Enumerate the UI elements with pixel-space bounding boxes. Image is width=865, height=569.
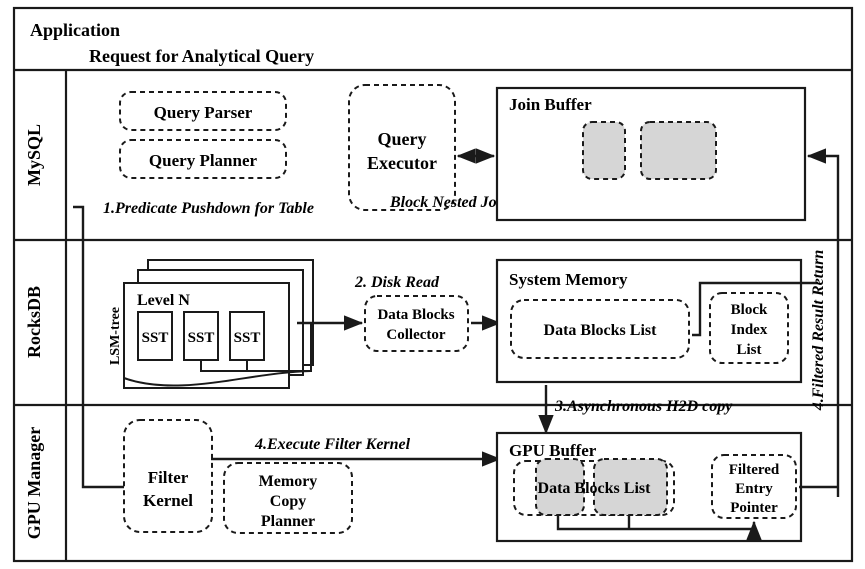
data-blocks-collector-label-line2: Collector — [386, 327, 445, 343]
gpu-buffer-data-blocks-list-label: Data Blocks List — [538, 480, 652, 497]
query-executor-label-line1: Query — [378, 129, 427, 149]
sidebar-item-rocksdb: RocksDB — [24, 286, 44, 358]
filter-kernel-label-line2: Kernel — [143, 491, 193, 510]
application-request-label: Request for Analytical Query — [89, 46, 314, 66]
block-index-list-label-line3: List — [736, 342, 761, 358]
query-planner-label: Query Planner — [149, 151, 258, 170]
memory-copy-planner-label-line1: Memory — [259, 473, 318, 490]
filtered-entry-pointer-label-line1: Filtered — [729, 462, 780, 478]
sidebar-item-gpu-manager: GPU Manager — [24, 427, 44, 539]
system-memory-data-blocks-list-label: Data Blocks List — [544, 322, 658, 339]
join-buffer-label: Join Buffer — [509, 95, 592, 114]
disk-read-label: 2. Disk Read — [354, 274, 440, 291]
sst-label-1: SST — [142, 330, 169, 346]
application-title: Application — [30, 20, 120, 40]
sst-label-3: SST — [234, 330, 261, 346]
block-index-list-label-line1: Block — [731, 302, 768, 318]
async-h2d-copy-label: 3.Asynchronous H2D copy — [554, 398, 733, 415]
level-n-label: Level N — [137, 292, 190, 309]
architecture-diagram: Application Request for Analytical Query… — [0, 0, 865, 569]
system-memory-label: System Memory — [509, 270, 628, 289]
sst-label-2: SST — [188, 330, 215, 346]
query-parser-label: Query Parser — [154, 103, 253, 122]
filtered-result-return-label: 4.Filtered Result Return — [810, 250, 827, 412]
filtered-entry-pointer-label-line2: Entry — [735, 481, 773, 497]
execute-filter-kernel-label: 4.Execute Filter Kernel — [254, 436, 411, 453]
data-blocks-collector-label-line1: Data Blocks — [377, 307, 454, 323]
block-index-list-label-line2: Index — [731, 322, 768, 338]
filter-kernel-label-line1: Filter — [148, 468, 189, 487]
filtered-entry-pointer-label-line3: Pointer — [730, 500, 778, 516]
sidebar-item-mysql: MySQL — [24, 124, 44, 186]
memory-copy-planner-label-line3: Planner — [261, 513, 315, 530]
join-buffer-block-2 — [640, 121, 717, 180]
join-buffer-block-1 — [582, 121, 626, 180]
gpu-buffer-label: GPU Buffer — [509, 441, 597, 460]
predicate-pushdown-label: 1.Predicate Pushdown for Table — [103, 200, 314, 217]
block-nested-join-label: Block Nested Join — [389, 194, 510, 211]
lsm-tree-label: LSM-tree — [108, 307, 123, 365]
query-executor-label-line2: Executor — [367, 153, 437, 173]
memory-copy-planner-label-line2: Copy — [270, 493, 306, 510]
